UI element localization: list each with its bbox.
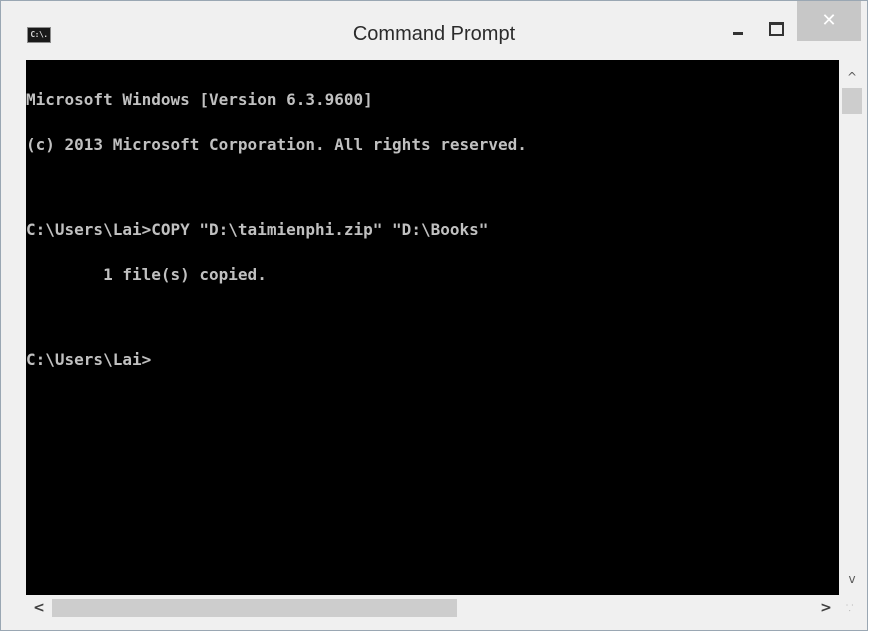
maximize-icon [768,22,784,36]
close-button[interactable]: ✕ [797,1,861,41]
console-line: C:\Users\Lai>COPY "D:\taimienphi.zip" "D… [26,220,489,239]
console-prompt-line: C:\Users\Lai> [26,350,152,369]
scroll-up-arrow-icon[interactable]: ^ [839,66,865,88]
minimize-button[interactable] [723,15,753,43]
scroll-down-arrow-icon[interactable]: v [839,568,865,590]
console-text: Microsoft Windows [Version 6.3.9600] (c)… [26,62,527,397]
minimize-icon [733,31,743,35]
maximize-button[interactable] [759,15,793,43]
title-bar[interactable]: C:\. Command Prompt ✕ [1,1,867,53]
console-output-area[interactable]: Microsoft Windows [Version 6.3.9600] (c)… [26,60,839,595]
close-icon: ✕ [821,10,837,31]
resize-grip-icon[interactable]: ⸪ [846,605,860,620]
vertical-scroll-thumb[interactable] [842,88,862,114]
console-line: (c) 2013 Microsoft Corporation. All righ… [26,135,527,154]
console-line: 1 file(s) copied. [26,265,267,284]
scroll-right-arrow-icon[interactable]: > [815,595,837,621]
vertical-scrollbar[interactable]: ^ v [839,60,865,595]
scroll-left-arrow-icon[interactable]: < [28,595,50,621]
horizontal-scrollbar[interactable]: < > [26,595,839,621]
horizontal-scroll-thumb[interactable] [52,599,457,617]
console-line: Microsoft Windows [Version 6.3.9600] [26,90,373,109]
